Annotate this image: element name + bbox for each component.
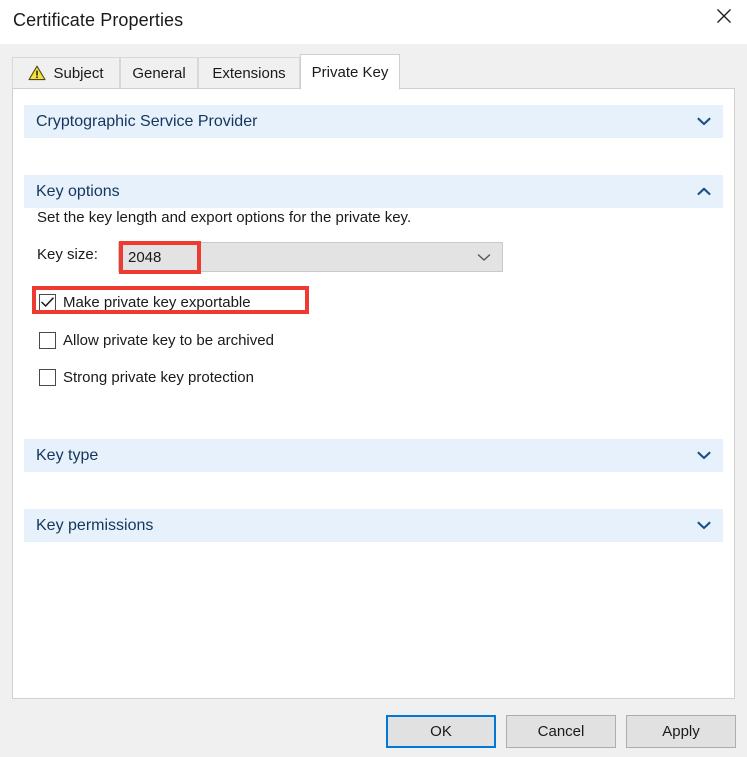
checkbox-unchecked-icon	[39, 368, 56, 386]
make-private-key-exportable-checkbox[interactable]: Make private key exportable	[39, 291, 251, 313]
cancel-button-label: Cancel	[537, 723, 585, 740]
title-bar: Certificate Properties	[0, 0, 747, 44]
tab-private-key-label: Private Key	[311, 63, 389, 81]
ok-button[interactable]: OK	[386, 715, 496, 748]
tab-extensions[interactable]: Extensions	[198, 57, 300, 88]
tab-strip: Subject General Extensions Private Key	[12, 54, 735, 90]
checkbox-label: Allow private key to be archived	[63, 331, 274, 349]
key-size-combobox[interactable]: 2048	[118, 242, 503, 272]
chevron-down-icon	[477, 243, 491, 271]
tab-subject[interactable]: Subject	[12, 57, 120, 88]
tab-general-label: General	[132, 64, 186, 82]
tab-general[interactable]: General	[120, 57, 198, 88]
section-title: Cryptographic Service Provider	[36, 112, 258, 130]
checkbox-label: Make private key exportable	[63, 293, 251, 311]
section-header-key-permissions[interactable]: Key permissions	[24, 509, 723, 542]
close-icon	[716, 8, 732, 24]
page-title: Certificate Properties	[13, 10, 184, 30]
apply-button[interactable]: Apply	[626, 715, 736, 748]
section-header-cryptographic-service-provider[interactable]: Cryptographic Service Provider	[24, 105, 723, 138]
checkbox-checked-icon	[39, 293, 56, 311]
apply-button-label: Apply	[662, 723, 700, 740]
section-title: Key options	[36, 182, 120, 200]
checkbox-label: Strong private key protection	[63, 368, 254, 386]
tab-subject-label: Subject	[53, 64, 104, 82]
chevron-down-icon	[697, 509, 711, 542]
key-size-label: Key size:	[37, 246, 98, 263]
checkbox-unchecked-icon	[39, 331, 56, 349]
cancel-button[interactable]: Cancel	[506, 715, 616, 748]
key-size-value: 2048	[128, 248, 162, 266]
key-options-description: Set the key length and export options fo…	[37, 209, 412, 226]
warning-triangle-icon	[28, 65, 47, 81]
private-key-tab-panel: Cryptographic Service Provider Key optio…	[12, 88, 735, 699]
section-header-key-type[interactable]: Key type	[24, 439, 723, 472]
tab-extensions-label: Extensions	[212, 64, 286, 82]
allow-private-key-archived-checkbox[interactable]: Allow private key to be archived	[39, 329, 274, 351]
chevron-down-icon	[697, 105, 711, 138]
close-button[interactable]	[701, 0, 747, 32]
strong-private-key-protection-checkbox[interactable]: Strong private key protection	[39, 366, 254, 388]
section-header-key-options[interactable]: Key options	[24, 175, 723, 208]
section-title: Key permissions	[36, 516, 154, 534]
tab-private-key[interactable]: Private Key	[300, 54, 400, 90]
chevron-up-icon	[697, 175, 711, 208]
section-title: Key type	[36, 446, 99, 464]
chevron-down-icon	[697, 439, 711, 472]
ok-button-label: OK	[430, 723, 452, 740]
